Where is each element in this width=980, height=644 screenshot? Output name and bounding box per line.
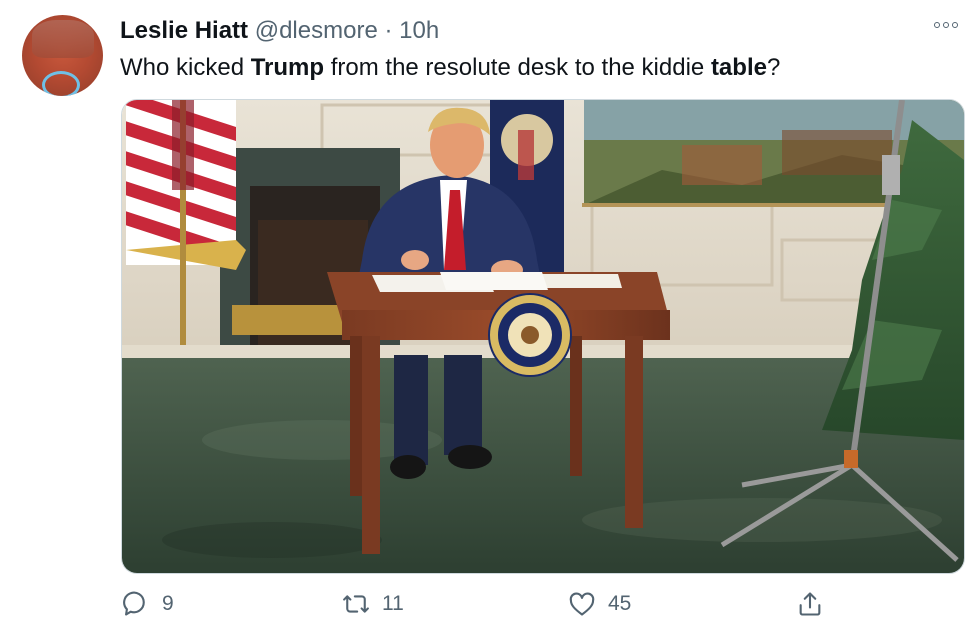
tweet-text-part: ? xyxy=(766,54,781,81)
retweet-count: 11 xyxy=(382,592,404,615)
tweet-actions: 9 11 45 xyxy=(0,590,980,630)
author-handle[interactable]: @dlesmore xyxy=(255,17,378,44)
retweet-button[interactable]: 11 xyxy=(342,590,404,618)
share-icon xyxy=(799,592,821,616)
tweet[interactable]: Leslie Hiatt @dlesmore · 10h Who kicked … xyxy=(0,0,980,644)
reply-count: 9 xyxy=(162,592,174,615)
share-button[interactable] xyxy=(796,590,824,618)
retweet-icon xyxy=(343,595,369,613)
tweet-timestamp[interactable]: 10h xyxy=(399,17,439,44)
tweet-header: Leslie Hiatt @dlesmore · 10h xyxy=(120,17,439,45)
avatar-hair xyxy=(32,20,94,58)
tweet-text-part: Who kicked xyxy=(120,54,251,81)
like-icon xyxy=(569,592,595,616)
reply-icon xyxy=(123,591,145,616)
tweet-text: Who kicked Trump from the resolute desk … xyxy=(120,54,780,82)
author-name[interactable]: Leslie Hiatt xyxy=(120,17,248,44)
more-icon[interactable] xyxy=(934,22,958,28)
avatar-detail xyxy=(42,71,80,96)
tweet-text-bold: Trump xyxy=(250,54,325,81)
reply-button[interactable]: 9 xyxy=(122,590,174,618)
separator-dot: · xyxy=(384,17,393,44)
avatar[interactable] xyxy=(22,15,103,96)
like-count: 45 xyxy=(608,592,632,615)
tweet-text-part: from the resolute desk to the kiddie xyxy=(324,54,711,81)
tweet-text-bold: table xyxy=(710,54,767,81)
like-button[interactable]: 45 xyxy=(568,590,631,618)
tweet-photo[interactable] xyxy=(121,99,965,574)
